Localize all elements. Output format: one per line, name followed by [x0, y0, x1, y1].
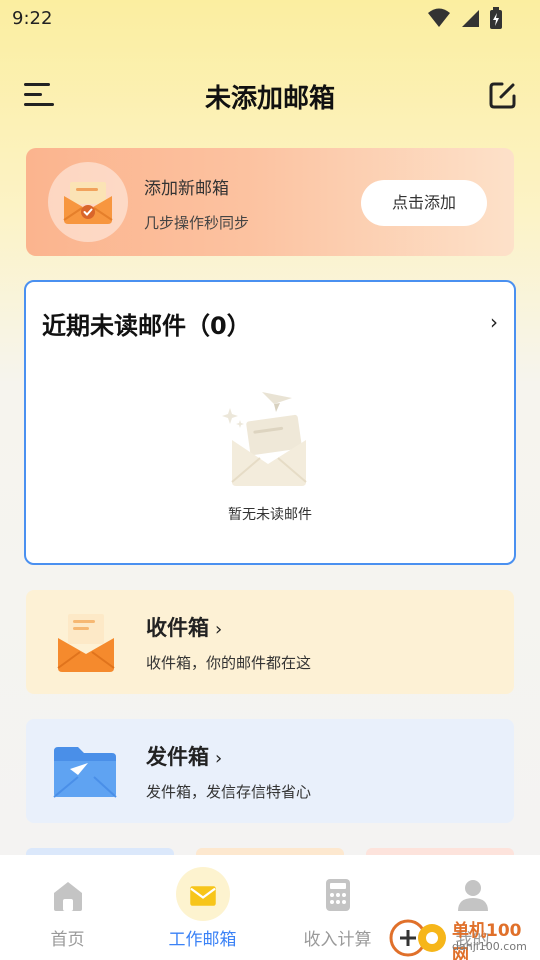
sent-card[interactable]: 发件箱 › 发件箱，发信存信特省心	[26, 719, 514, 823]
add-mailbox-title: 添加新邮箱	[144, 179, 229, 199]
status-bar: 9:22	[0, 0, 540, 36]
chevron-right-icon[interactable]: ›	[490, 310, 498, 334]
recent-unread-title: 近期未读邮件（0）	[42, 312, 251, 340]
watermark: 单机100网 danji100.com	[388, 914, 538, 960]
battery-icon	[490, 7, 502, 29]
add-mailbox-subtitle: 几步操作秒同步	[144, 214, 250, 232]
watermark-logo	[389, 919, 446, 957]
recent-unread-card[interactable]: 近期未读邮件（0） › 暂无未读邮件	[24, 280, 516, 565]
tab-income-calc[interactable]: 收入计算	[270, 855, 405, 960]
mailbox-icon	[63, 182, 113, 224]
chevron-right-icon: ›	[215, 748, 223, 769]
empty-envelope-icon	[222, 392, 307, 486]
tab-income-calc-label: 收入计算	[303, 930, 372, 950]
edit-icon	[489, 82, 516, 109]
sent-folder-icon	[53, 747, 117, 798]
calculator-icon	[325, 879, 350, 911]
watermark-url: danji100.com	[452, 940, 527, 953]
tab-work-mail-label: 工作邮箱	[168, 930, 237, 950]
add-mailbox-card[interactable]: 添加新邮箱 几步操作秒同步 点击添加	[26, 148, 514, 256]
add-mailbox-illustration	[48, 162, 128, 242]
wifi-icon	[428, 8, 450, 27]
add-mailbox-button[interactable]: 点击添加	[361, 180, 487, 226]
inbox-title: 收件箱 ›	[146, 616, 223, 640]
compose-button[interactable]	[488, 80, 518, 110]
empty-mail-illustration	[214, 386, 324, 496]
tab-work-mail[interactable]: 工作邮箱	[135, 855, 270, 960]
inbox-illustration	[48, 604, 124, 680]
tab-home[interactable]: 首页	[0, 855, 135, 960]
page-title: 未添加邮箱	[204, 84, 335, 114]
profile-icon	[457, 880, 488, 911]
chevron-right-icon: ›	[215, 619, 223, 640]
inbox-subtitle: 收件箱，你的邮件都在这	[146, 654, 312, 672]
sent-title: 发件箱 ›	[146, 745, 223, 769]
status-time: 9:22	[12, 8, 53, 29]
home-icon	[53, 882, 82, 911]
tab-home-label: 首页	[50, 930, 85, 950]
sent-illustration	[48, 733, 124, 809]
empty-unread-text: 暂无未读邮件	[228, 507, 312, 523]
sent-subtitle: 发件箱，发信存信特省心	[146, 783, 312, 801]
header: 未添加邮箱	[0, 68, 540, 124]
inbox-icon	[57, 614, 115, 672]
watermark-title: 单机100网	[452, 921, 522, 960]
signal-icon	[462, 10, 479, 27]
mail-icon	[189, 886, 216, 906]
inbox-card[interactable]: 收件箱 › 收件箱，你的邮件都在这	[26, 590, 514, 694]
